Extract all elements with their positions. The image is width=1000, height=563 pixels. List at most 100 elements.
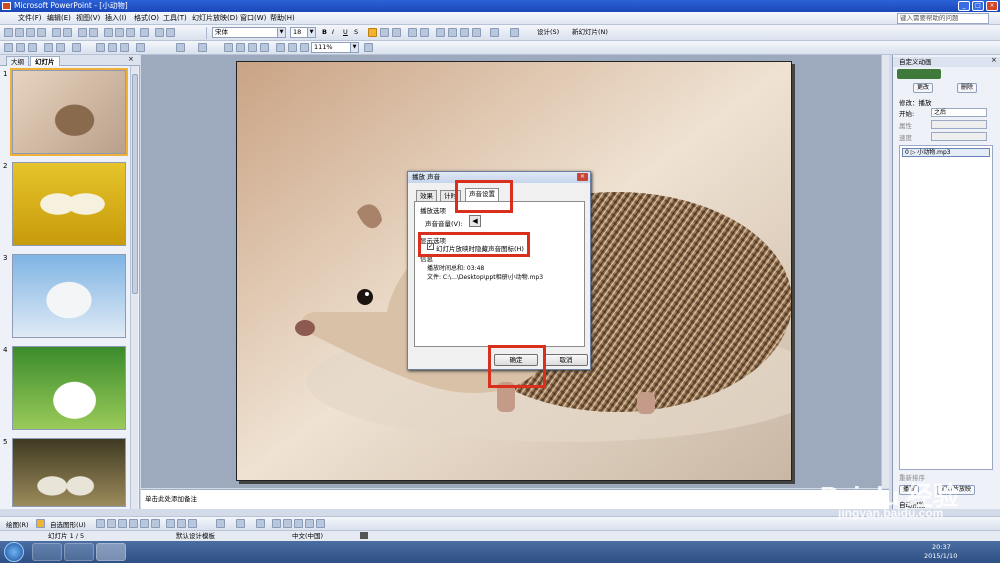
increase-indent-icon[interactable] [448,28,457,37]
save-icon[interactable] [28,43,37,52]
slide-thumbnail-rabbit[interactable] [12,346,126,430]
menu-view[interactable]: 视图(V) [76,12,100,25]
rectangle-icon[interactable] [118,519,127,528]
menu-format[interactable]: 格式(O) [134,12,159,25]
paste-icon[interactable] [120,43,129,52]
oval-icon[interactable] [129,519,138,528]
slide-thumbnail-hedgehog[interactable] [10,68,128,156]
bold-button[interactable]: B [320,27,329,38]
menu-window[interactable]: 窗口(W) [240,12,266,25]
print-icon[interactable] [52,28,61,37]
speed-select[interactable] [931,132,987,141]
fill-color-icon[interactable] [216,519,225,528]
change-effect-button[interactable]: 更改 [913,83,934,93]
taskbar-powerpoint-icon[interactable] [96,543,126,561]
tab-outline[interactable]: 大纲 [6,56,29,66]
permission-icon[interactable] [37,28,46,37]
diagram-icon[interactable] [166,519,175,528]
menu-file[interactable]: 文件(F) [18,12,42,25]
start-button[interactable] [4,542,24,562]
slides-scrollbar[interactable] [130,66,138,509]
task-pane-nav[interactable] [897,69,941,79]
undo-icon[interactable] [155,28,164,37]
spelling-icon[interactable] [72,43,81,52]
undo-icon[interactable] [176,43,185,52]
font-color-icon[interactable] [510,28,519,37]
animation-list[interactable]: 0 ▷ 小动物.mp3 [899,145,993,470]
tab-sound-settings[interactable]: 声音设置 [465,188,499,201]
numbering-icon[interactable] [408,28,417,37]
expand-all-icon[interactable] [276,43,285,52]
format-painter-icon[interactable] [136,43,145,52]
hyperlink-icon[interactable] [260,43,269,52]
spelling-icon[interactable] [78,28,87,37]
picture-icon[interactable] [188,519,197,528]
draw-menu[interactable]: 绘图(R) [6,519,29,529]
minimize-button[interactable]: _ [958,1,970,11]
copy-icon[interactable] [108,43,117,52]
tab-effect[interactable]: 效果 [416,190,437,201]
slide-thumbnail-seal[interactable] [12,254,126,338]
zoom-select[interactable]: 111% ▼ [311,42,359,53]
close-icon[interactable]: × [128,55,134,63]
close-button[interactable]: × [986,1,998,11]
line-style-icon[interactable] [272,519,281,528]
tables-borders-icon[interactable] [248,43,257,52]
align-right-icon[interactable] [392,28,401,37]
design-button[interactable]: 设计(S) [535,27,561,38]
dialog-close-button[interactable]: × [577,173,588,181]
menu-insert[interactable]: 插入(I) [105,12,127,25]
new-icon[interactable] [4,28,13,37]
grayscale-icon[interactable] [300,43,309,52]
shadow-style-icon[interactable] [305,519,314,528]
slide-thumbnail-chicks[interactable] [12,438,126,507]
arrow-icon[interactable] [107,519,116,528]
tab-slides[interactable]: 幻灯片 [30,56,60,66]
help-search-input[interactable]: 键入需要帮助的问题 [897,13,989,24]
menu-edit[interactable]: 编辑(E) [47,12,71,25]
italic-button[interactable]: I [330,27,336,38]
animation-list-item[interactable]: 0 ▷ 小动物.mp3 [902,148,990,157]
font-color-icon[interactable] [256,519,265,528]
slide-vertical-scrollbar[interactable] [881,55,889,488]
cancel-button[interactable]: 取消 [544,354,588,366]
cut-icon[interactable] [96,43,105,52]
insert-chart-icon[interactable] [224,43,233,52]
open-icon[interactable] [16,43,25,52]
property-select[interactable] [931,120,987,129]
menu-slideshow[interactable]: 幻灯片放映(D) [192,12,238,25]
clipart-icon[interactable] [177,519,186,528]
textbox-icon[interactable] [140,519,149,528]
save-icon[interactable] [26,28,35,37]
preview-icon[interactable] [63,28,72,37]
new-icon[interactable] [4,43,13,52]
font-size-select[interactable]: 18 ▼ [290,27,316,38]
print-icon[interactable] [56,43,65,52]
help-icon[interactable] [364,43,373,52]
email-icon[interactable] [44,43,53,52]
redo-icon[interactable] [198,43,207,52]
start-select[interactable]: 之后 [931,108,987,117]
shadow-button[interactable]: S [352,27,360,38]
arrow-style-icon[interactable] [294,519,303,528]
show-formatting-icon[interactable] [288,43,297,52]
bullets-icon[interactable] [420,28,429,37]
speaker-icon[interactable]: ◀ [469,215,481,227]
maximize-button[interactable]: □ [972,1,984,11]
research-icon[interactable] [89,28,98,37]
wordart-icon[interactable] [151,519,160,528]
taskbar-ie-icon[interactable] [32,543,62,561]
underline-button[interactable]: U [341,27,350,38]
slide-thumbnail-puppies[interactable] [12,162,126,246]
paste-icon[interactable] [126,28,135,37]
new-slide-button[interactable]: 新幻灯片(N) [570,27,610,38]
dash-style-icon[interactable] [283,519,292,528]
notes-pane[interactable]: 单击此处添加备注 [141,489,889,509]
copy-icon[interactable] [115,28,124,37]
decrease-font-icon[interactable] [472,28,481,37]
insert-table-icon[interactable] [236,43,245,52]
cut-icon[interactable] [104,28,113,37]
taskbar-explorer-icon[interactable] [64,543,94,561]
line-icon[interactable] [96,519,105,528]
menu-help[interactable]: 帮助(H) [270,12,295,25]
